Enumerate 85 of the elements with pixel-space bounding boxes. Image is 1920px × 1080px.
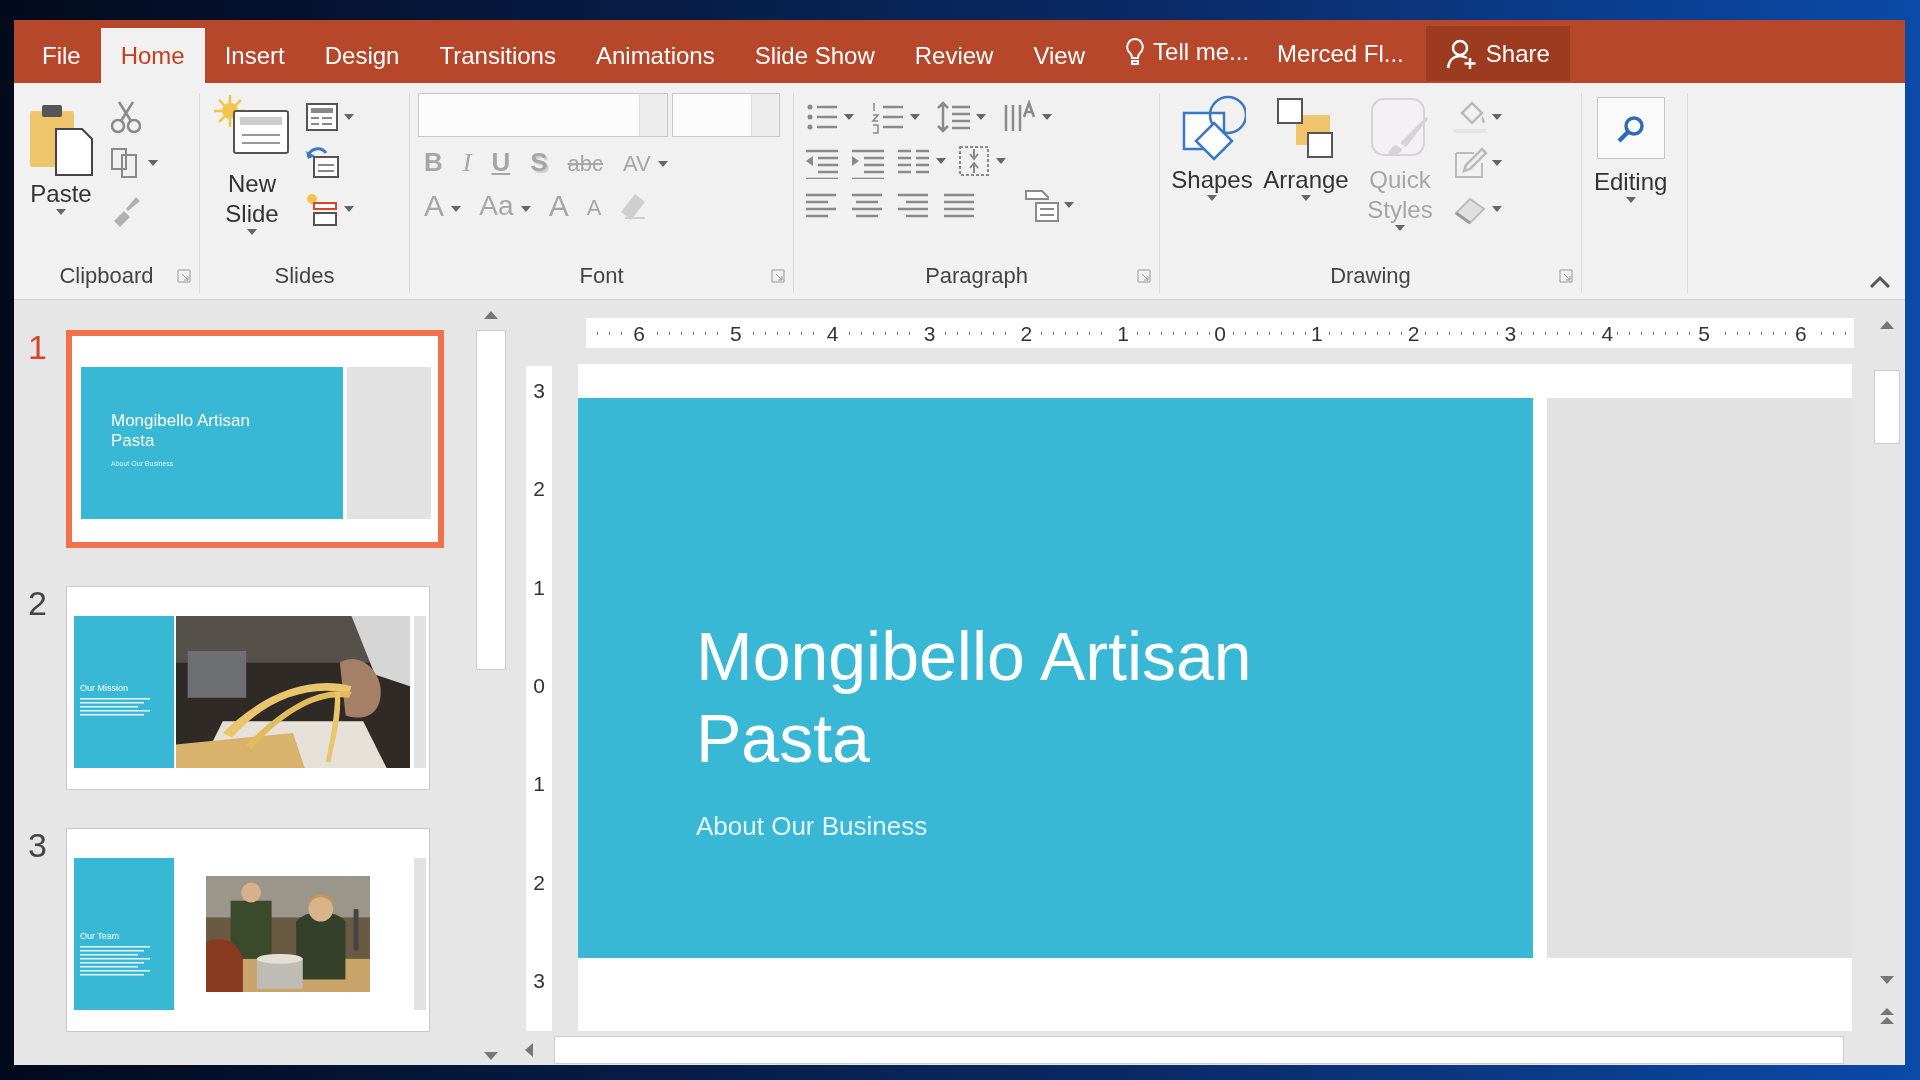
caret-icon	[148, 160, 158, 166]
font-name-field[interactable]	[418, 93, 668, 137]
thumbnail-title: Mongibello Artisan Pasta	[111, 411, 251, 452]
user-name[interactable]: Merced Fl...	[1277, 20, 1404, 83]
thumbnail-title: Our Mission	[80, 682, 128, 695]
scroll-up-icon[interactable]	[1879, 320, 1895, 330]
drawing-tool-button[interactable]: Shapes	[1168, 93, 1256, 259]
caret-icon	[844, 114, 854, 120]
paste-button[interactable]: Paste	[22, 93, 100, 259]
slide-title[interactable]: Mongibello Artisan Pasta	[696, 616, 1416, 780]
dialog-launcher-icon[interactable]	[177, 269, 191, 283]
slide-thumbnail[interactable]: Our Mission	[66, 586, 430, 790]
editing-button[interactable]: Editing	[1590, 93, 1672, 293]
scroll-down-icon[interactable]	[483, 1051, 499, 1061]
section-icon	[304, 191, 340, 227]
smartart-icon	[1024, 187, 1060, 223]
paint-bucket-icon	[1452, 99, 1488, 135]
ribbon-tab[interactable]: Insert	[204, 20, 305, 83]
ribbon-tab[interactable]: File	[22, 20, 101, 83]
ribbon-tab[interactable]: Transitions	[419, 20, 576, 83]
drawing-tool-button[interactable]: Arrange	[1262, 93, 1350, 259]
scrollbar-thumb[interactable]	[476, 330, 506, 670]
scroll-down-icon[interactable]	[1879, 975, 1895, 985]
align-text-icon	[956, 143, 992, 179]
scrollbar-thumb[interactable]	[1874, 370, 1900, 444]
text-placeholder-drawing	[80, 698, 150, 716]
reset-icon	[304, 145, 340, 181]
dialog-launcher-icon[interactable]	[1137, 269, 1151, 283]
ribbon-tab[interactable]: Design	[304, 20, 420, 83]
caret-icon	[1042, 114, 1052, 120]
slide-thumbnail[interactable]: Our Team	[66, 828, 430, 1032]
caret-icon	[520, 205, 531, 212]
pencil-icon	[1452, 145, 1488, 181]
scroll-left-icon[interactable]	[524, 1042, 534, 1058]
ribbon-tab[interactable]: Home	[100, 28, 205, 83]
caret-icon	[451, 206, 462, 213]
horizontal-scrollbar[interactable]	[554, 1036, 1844, 1064]
slide-number: 2	[28, 586, 48, 620]
tell-me-label: Tell me...	[1153, 36, 1250, 67]
lightbulb-icon	[1125, 36, 1146, 67]
caret-icon	[1064, 202, 1074, 208]
caret-icon	[247, 229, 257, 235]
caret-icon	[1301, 195, 1311, 201]
scroll-up-icon[interactable]	[483, 310, 499, 320]
ribbon-tab[interactable]: Review	[894, 20, 1014, 83]
caret-icon	[1492, 206, 1502, 212]
group-label: Slides	[274, 263, 335, 288]
person-add-icon	[1445, 37, 1478, 70]
slide-number: 3	[28, 828, 48, 862]
caret-icon	[910, 114, 920, 120]
search-icon	[1615, 113, 1646, 144]
group-label: Drawing	[1330, 263, 1411, 288]
smartart-button[interactable]	[1022, 187, 1076, 223]
caret-icon	[344, 114, 354, 120]
dialog-launcher-icon[interactable]	[1559, 269, 1573, 283]
ribbon-tab[interactable]: Animations	[575, 20, 735, 83]
font-size-field[interactable]	[672, 93, 780, 137]
caret-icon	[344, 206, 354, 212]
ribbon-tab[interactable]: Slide Show	[734, 20, 895, 83]
caret-icon	[1395, 225, 1405, 231]
caret-icon	[976, 114, 986, 120]
group-label: Font	[579, 263, 624, 288]
new-slide-button[interactable]: New Slide	[208, 93, 296, 259]
scissors-icon	[108, 99, 144, 135]
caret-icon	[1492, 114, 1502, 120]
previous-slide-icon[interactable]	[1879, 1007, 1895, 1025]
line-spacing-button[interactable]	[934, 99, 988, 135]
collapse-ribbon-icon[interactable]	[1869, 275, 1891, 289]
ribbon-tab[interactable]: View	[1013, 20, 1106, 83]
share-button[interactable]: Share	[1425, 26, 1570, 81]
caret-icon	[56, 209, 66, 215]
group-label: Clipboard	[59, 263, 154, 288]
thumbnail-title: Our Team	[80, 930, 120, 943]
group-label: Paragraph	[925, 263, 1028, 288]
text-placeholder-drawing	[80, 946, 150, 976]
caret-icon	[1625, 196, 1636, 203]
line-spacing-icon	[936, 99, 972, 135]
caret-icon	[996, 158, 1006, 164]
dialog-launcher-icon[interactable]	[771, 269, 785, 283]
slide-number: 1	[28, 330, 48, 364]
caret-icon	[1207, 195, 1217, 201]
tell-me-search[interactable]: Tell me...	[1119, 20, 1256, 83]
caret-icon	[1492, 160, 1502, 166]
caret-icon	[658, 161, 668, 168]
caret-icon	[936, 158, 946, 164]
